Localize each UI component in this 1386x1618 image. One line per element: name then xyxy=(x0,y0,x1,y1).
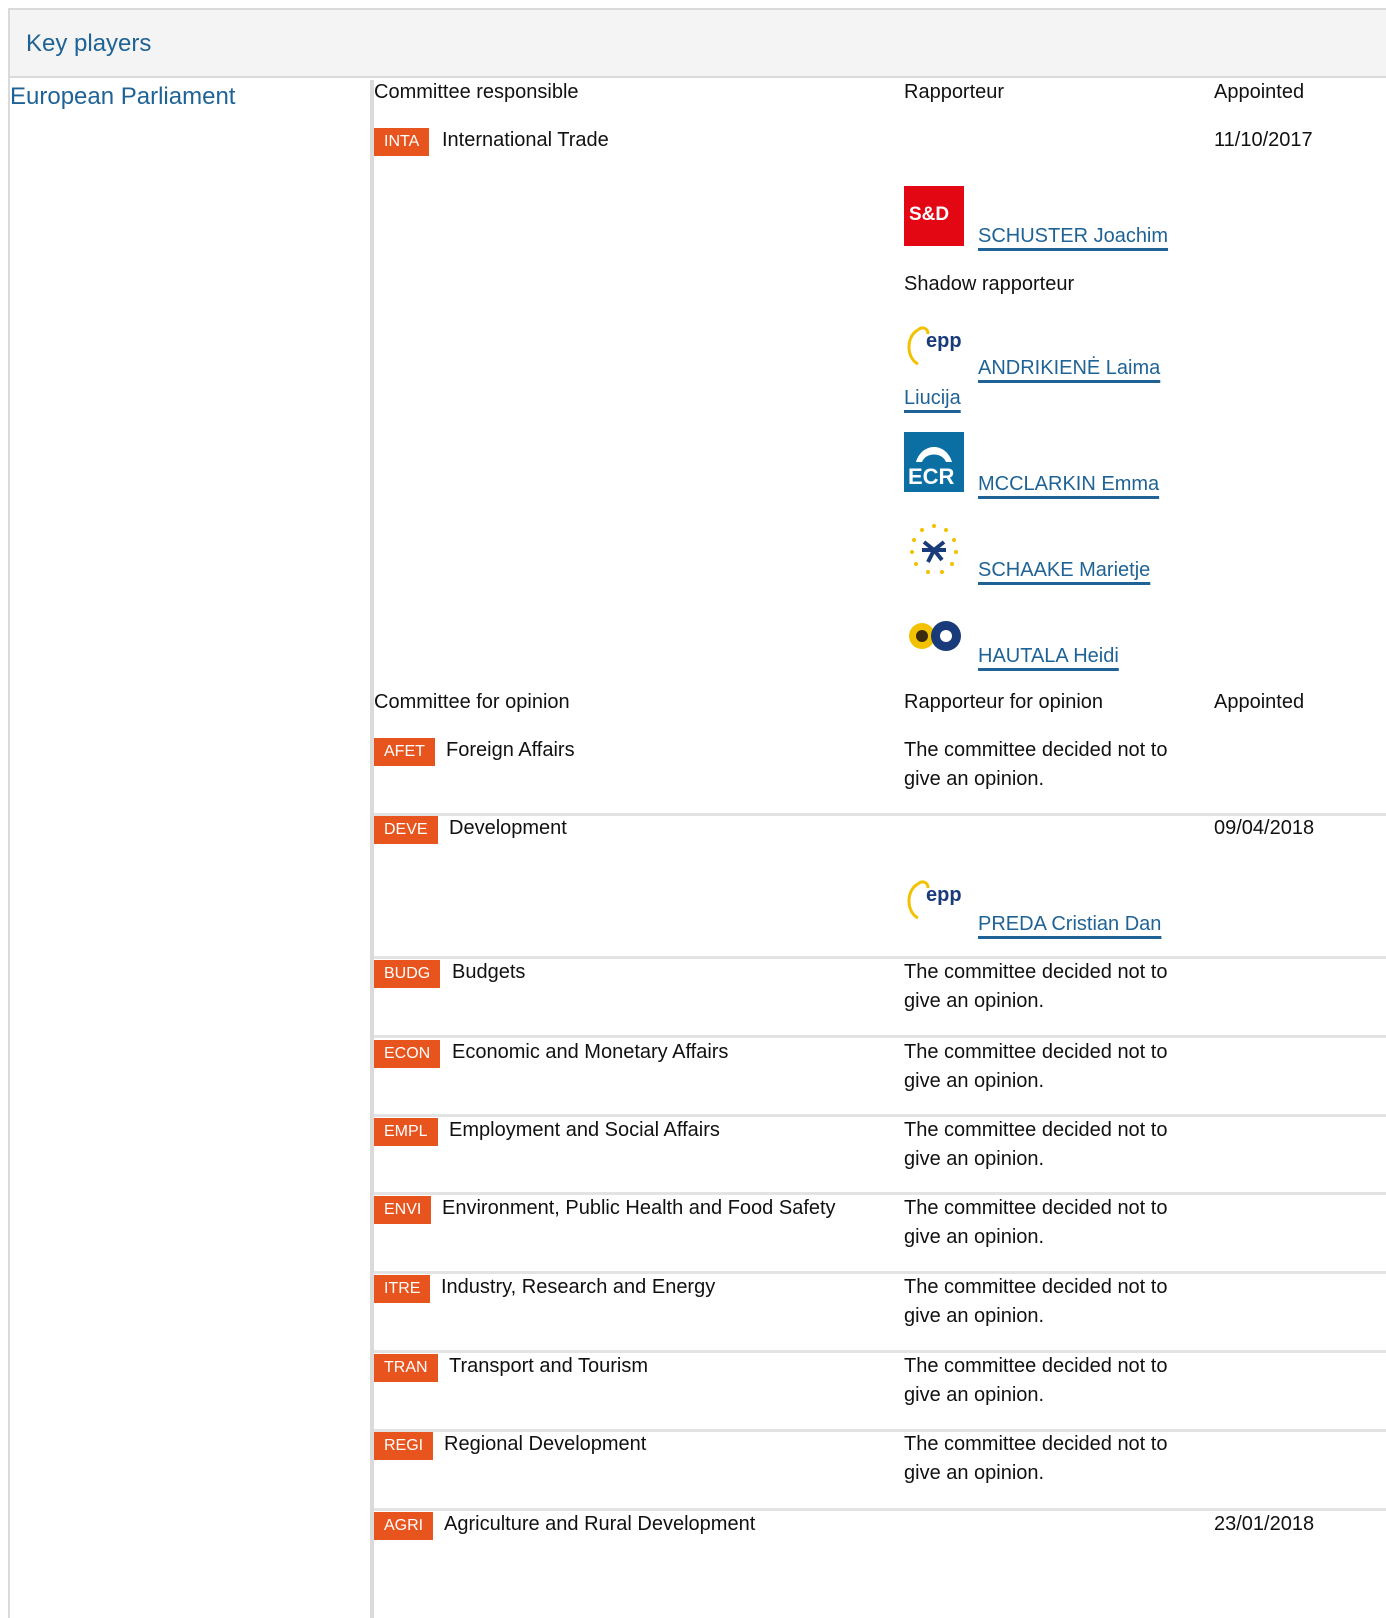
ecr-logo-text: ECR xyxy=(908,464,955,489)
committee-badge-inta[interactable]: INTA xyxy=(374,128,430,156)
institution-label: European Parliament xyxy=(10,83,236,110)
appointed-date-agri: 23/01/2018 xyxy=(1214,1513,1315,1535)
committee-badge-econ[interactable]: ECON xyxy=(374,1040,441,1068)
no-opinion-itre: The committee decided not to give an opin… xyxy=(904,1276,1168,1327)
no-opinion-empl: The committee decided not to give an opin… xyxy=(904,1119,1168,1170)
epp-logo-text: epp xyxy=(926,330,962,352)
committee-name-regi: Regional Development xyxy=(444,1433,647,1455)
shadow-link-hautala[interactable]: HAUTALA Heidi xyxy=(978,642,1119,670)
appointed-date-deve: 09/04/2018 xyxy=(1214,817,1315,839)
committee-badge-afet[interactable]: AFET xyxy=(374,738,435,766)
epp-logo-text: epp xyxy=(926,884,962,906)
committee-badge-tran[interactable]: TRAN xyxy=(374,1354,438,1382)
sd-group-icon: S&D xyxy=(904,186,964,246)
committee-name-empl: Employment and Social Affairs xyxy=(449,1119,720,1141)
committee-name-budg: Budgets xyxy=(452,961,526,983)
epp-group-icon: epp xyxy=(904,318,964,378)
committee-badge-empl[interactable]: EMPL xyxy=(374,1118,438,1146)
committee-badge-itre[interactable]: ITRE xyxy=(374,1275,431,1303)
col-committee-opinion: Committee for opinion xyxy=(374,691,570,713)
no-opinion-envi: The committee decided not to give an opin… xyxy=(904,1197,1168,1248)
shadow-link-mcclarkin[interactable]: MCCLARKIN Emma xyxy=(978,470,1159,498)
committee-name-envi: Environment, Public Health and Food Safe… xyxy=(442,1197,836,1219)
committee-name-afet: Foreign Affairs xyxy=(446,739,575,761)
committee-badge-envi[interactable]: ENVI xyxy=(374,1196,432,1224)
row-separator xyxy=(374,1192,1386,1195)
panel-header: Key players xyxy=(10,10,1386,78)
committee-name-deve: Development xyxy=(449,817,567,839)
row-separator xyxy=(374,1271,1386,1274)
row-separator xyxy=(374,956,1386,959)
appointed-date-inta: 11/10/2017 xyxy=(1214,129,1313,151)
shadow-link-andrikiene[interactable]: ANDRIKIENĖ Laima xyxy=(978,354,1160,382)
committee-badge-agri[interactable]: AGRI xyxy=(374,1512,434,1540)
col-appointed-opinion: Appointed xyxy=(1214,691,1305,713)
col-rapporteur-opinion: Rapporteur for opinion xyxy=(904,691,1104,713)
no-opinion-econ: The committee decided not to give an opin… xyxy=(904,1041,1168,1092)
no-opinion-afet: The committee decided not to give an opin… xyxy=(904,739,1168,790)
col-appointed: Appointed xyxy=(1214,81,1305,103)
rapporteur-link-schuster[interactable]: SCHUSTER Joachim xyxy=(978,222,1168,250)
committee-name-itre: Industry, Research and Energy xyxy=(441,1276,716,1298)
shadow-link-schaake[interactable]: SCHAAKE Marietje xyxy=(978,556,1150,584)
row-separator xyxy=(374,1508,1386,1511)
alde-group-icon xyxy=(904,520,964,580)
committee-name-econ: Economic and Monetary Affairs xyxy=(452,1041,729,1063)
col-rapporteur: Rapporteur xyxy=(904,81,1005,103)
committee-name-tran: Transport and Tourism xyxy=(449,1355,648,1377)
col-committee-responsible: Committee responsible xyxy=(374,81,579,103)
row-separator xyxy=(374,1035,1386,1038)
committee-name-inta: International Trade xyxy=(442,129,609,151)
row-separator xyxy=(374,1350,1386,1353)
opinion-rapporteur-link-preda[interactable]: PREDA Cristian Dan xyxy=(978,910,1161,938)
committee-badge-deve[interactable]: DEVE xyxy=(374,816,438,844)
shadow-link-andrikiene-cont[interactable]: Liucija xyxy=(904,384,961,412)
column-divider xyxy=(370,80,374,1618)
panel-title: Key players xyxy=(26,30,152,57)
epp-group-icon: epp xyxy=(904,872,964,932)
committee-badge-budg[interactable]: BUDG xyxy=(374,960,441,988)
committee-badge-regi[interactable]: REGI xyxy=(374,1432,434,1460)
greens-group-icon xyxy=(904,606,964,666)
committee-name-agri: Agriculture and Rural Development xyxy=(444,1513,756,1535)
shadow-rapporteur-label: Shadow rapporteur xyxy=(904,273,1075,295)
row-separator xyxy=(374,1114,1386,1117)
ecr-group-icon: ECR xyxy=(904,432,964,492)
no-opinion-tran: The committee decided not to give an opin… xyxy=(904,1355,1168,1406)
sd-logo-text: S&D xyxy=(909,204,950,225)
no-opinion-budg: The committee decided not to give an opin… xyxy=(904,961,1168,1012)
no-opinion-regi: The committee decided not to give an opin… xyxy=(904,1433,1168,1484)
